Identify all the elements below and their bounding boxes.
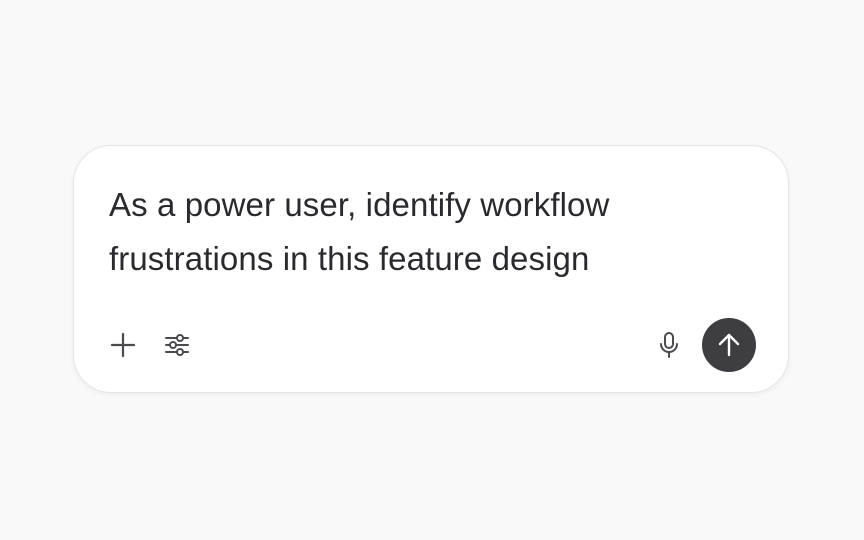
voice-input-button[interactable] [651,327,687,363]
plus-icon [110,332,136,358]
sliders-icon [164,332,190,358]
prompt-composer[interactable]: As a power user, identify workflow frust… [73,145,789,393]
arrow-up-icon [716,332,742,358]
page: As a power user, identify workflow frust… [0,0,864,540]
tools-button[interactable] [159,327,195,363]
add-attachment-button[interactable] [105,327,141,363]
microphone-icon [656,331,682,359]
prompt-input[interactable]: As a power user, identify workflow frust… [109,178,709,286]
send-button[interactable] [702,318,756,372]
